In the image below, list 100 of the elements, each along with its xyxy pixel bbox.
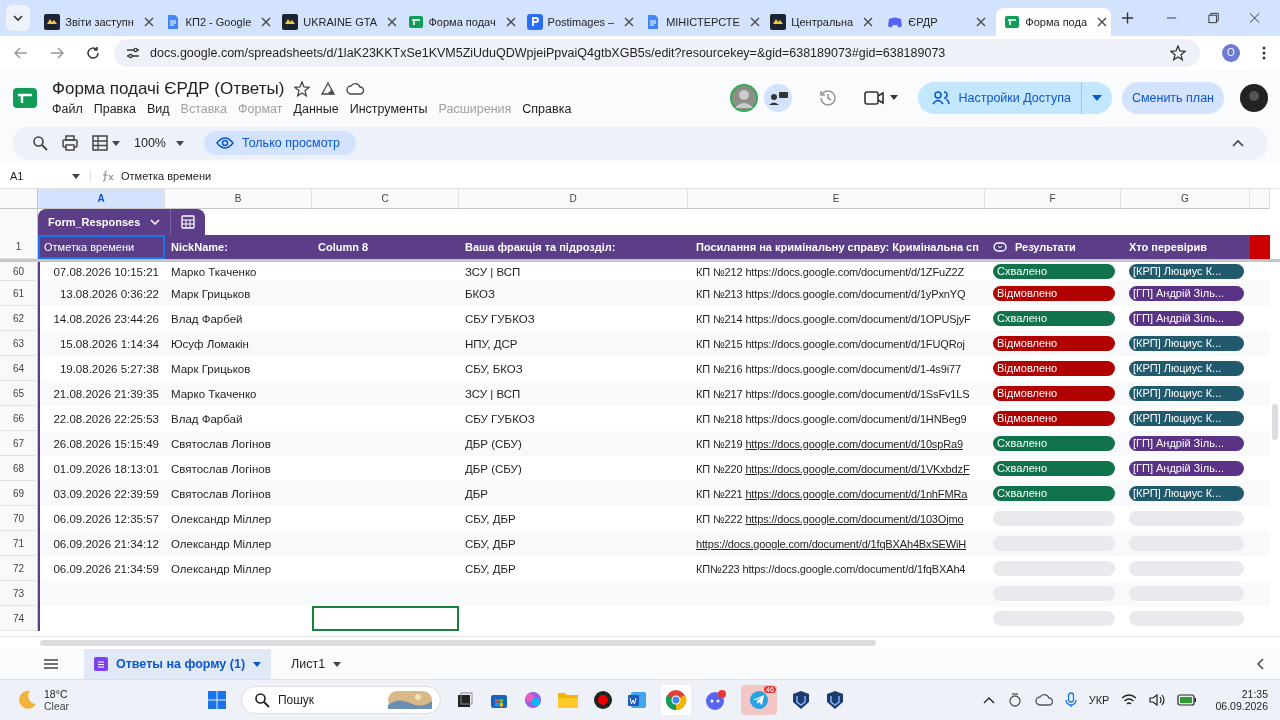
print-icon[interactable] <box>62 135 78 152</box>
row-number[interactable]: 73 <box>0 581 38 607</box>
table-menu-button[interactable] <box>92 135 120 152</box>
result-chip[interactable]: Відмовлено <box>993 286 1115 302</box>
app-icon[interactable] <box>790 690 811 711</box>
result-chip[interactable]: Схвалено <box>993 486 1115 502</box>
browser-tab[interactable]: Звіти заступн <box>36 8 155 36</box>
reviewer-chip[interactable]: [КРП] Люциус К... <box>1129 386 1244 402</box>
result-chip[interactable]: Схвалено <box>993 311 1115 327</box>
row-number[interactable]: 68 <box>0 456 38 482</box>
row-number[interactable]: 62 <box>0 306 38 332</box>
column-header[interactable]: B <box>165 189 312 210</box>
collapse-icon[interactable] <box>1232 139 1244 148</box>
star-icon[interactable] <box>294 81 311 98</box>
clock-date[interactable]: 06.09.2026 <box>1215 700 1268 713</box>
view-only-chip[interactable]: Только просмотр <box>204 131 357 156</box>
browser-tab[interactable]: Форма пода <box>996 8 1112 36</box>
user-avatar[interactable] <box>730 83 759 112</box>
browser-tab[interactable]: Центральна <box>762 8 878 36</box>
table-name-tab[interactable]: Form_Responses <box>38 209 171 236</box>
browser-tab[interactable]: Postimages – <box>518 8 636 36</box>
zoom-select[interactable]: 100% <box>134 136 184 151</box>
battery-icon[interactable] <box>1177 694 1198 707</box>
column-header[interactable]: F <box>985 189 1121 210</box>
move-icon[interactable] <box>320 81 337 98</box>
reviewer-chip[interactable]: [КРП] Люциус К... <box>1129 411 1244 427</box>
row-number[interactable]: 67 <box>0 431 38 457</box>
column-header[interactable]: E <box>688 189 985 210</box>
browser-tab[interactable]: МІНІСТЕРСТЕ <box>637 8 761 36</box>
close-icon[interactable] <box>624 17 635 27</box>
name-box[interactable]: A1 <box>0 170 91 183</box>
upgrade-plan-button[interactable]: Сменить план <box>1121 81 1224 114</box>
clock-time[interactable]: 21:35 <box>1241 688 1268 701</box>
close-icon[interactable] <box>749 17 760 27</box>
corner-cell[interactable] <box>0 189 38 210</box>
reviewer-chip[interactable]: [КРП] Люциус К... <box>1129 486 1244 502</box>
new-tab-icon[interactable] <box>1121 11 1135 25</box>
formula-field[interactable]: Отметка времени <box>121 170 212 183</box>
column-header[interactable]: D <box>459 189 688 210</box>
table-options-button[interactable] <box>170 209 206 236</box>
app-icon[interactable] <box>824 690 845 711</box>
microphone-icon[interactable] <box>1064 692 1077 709</box>
result-chip[interactable]: Відмовлено <box>993 336 1115 352</box>
close-icon[interactable] <box>976 17 987 27</box>
more-icon[interactable] <box>1262 45 1266 60</box>
video-call-button[interactable] <box>864 90 899 105</box>
document-link[interactable]: https://docs.google.com/document/d/1fqBXAh4BxSEWiH <box>696 537 967 550</box>
cloud-icon[interactable] <box>346 82 365 97</box>
result-chip[interactable]: Відмовлено <box>993 361 1115 377</box>
row-number[interactable]: 1 <box>0 235 38 260</box>
comments-icon[interactable] <box>764 83 793 112</box>
document-link[interactable]: https://docs.google.com/document/d/103Ojmo <box>745 512 964 525</box>
reviewer-chip[interactable]: [ГП] Андрій Зіль... <box>1129 286 1244 302</box>
volume-icon[interactable] <box>1149 693 1166 708</box>
close-icon[interactable] <box>1097 17 1107 27</box>
browser-tab[interactable]: ЄРДР <box>879 8 995 36</box>
row-number[interactable]: 60 <box>0 262 38 282</box>
bookmark-star-icon[interactable] <box>1170 44 1186 61</box>
close-icon[interactable] <box>261 17 272 27</box>
caret-icon[interactable] <box>1091 94 1102 101</box>
row-number[interactable]: 65 <box>0 381 38 407</box>
result-chip[interactable]: Схвалено <box>993 461 1115 477</box>
reviewer-chip[interactable]: [КРП] Люциус К... <box>1129 361 1244 377</box>
sheet-tab[interactable]: Лист1 <box>281 649 352 680</box>
menu-item[interactable]: Инструменты <box>349 102 428 117</box>
document-link[interactable]: https://docs.google.com/document/d/1VKxbdzF <box>745 462 970 475</box>
menu-item[interactable]: Правка <box>93 102 136 117</box>
reviewer-chip[interactable]: [ГП] Андрій Зіль... <box>1129 436 1244 452</box>
sheets-logo-icon[interactable] <box>12 86 38 109</box>
result-chip[interactable]: Відмовлено <box>993 386 1115 402</box>
result-chip[interactable]: Схвалено <box>993 436 1115 452</box>
column-header[interactable]: G <box>1121 189 1250 210</box>
close-icon[interactable] <box>505 17 516 27</box>
document-link[interactable]: https://docs.google.com/document/d/10spRa9 <box>745 437 963 450</box>
document-link[interactable]: https://docs.google.com/document/d/1nhFMRa <box>745 487 968 500</box>
chat-app-icon[interactable] <box>704 689 727 712</box>
site-settings-icon[interactable] <box>126 45 140 60</box>
row-number[interactable]: 66 <box>0 406 38 432</box>
restore-icon[interactable] <box>1207 12 1219 24</box>
result-chip[interactable]: Схвалено <box>993 264 1115 280</box>
column-header[interactable]: A <box>38 189 165 210</box>
browser-tab[interactable]: Форма подач <box>399 8 517 36</box>
collapse-side-icon[interactable] <box>1256 658 1264 671</box>
close-icon[interactable] <box>863 17 874 27</box>
document-title[interactable]: Форма подачі ЄРДР (Ответы) <box>52 79 285 100</box>
search-icon[interactable] <box>32 135 48 152</box>
chrome-icon[interactable] <box>660 685 691 716</box>
row-number[interactable]: 69 <box>0 481 38 507</box>
row-number[interactable]: 74 <box>0 606 38 632</box>
word-icon[interactable] <box>626 690 647 711</box>
reviewer-chip[interactable]: [ГП] Андрій Зіль... <box>1129 311 1244 327</box>
copilot-icon[interactable] <box>522 690 543 711</box>
menu-item[interactable]: Данные <box>293 102 339 117</box>
close-icon[interactable] <box>387 17 398 27</box>
address-bar[interactable]: docs.google.com/spreadsheets/d/1laK23KKTxSe1KVM5ZiUduQDWpjeiPpvaiQ4gtbXGB5s/edit?resourcekey=&gid=638189073#gid=638189073 <box>114 38 1200 67</box>
cloud-icon[interactable] <box>1034 693 1053 708</box>
row-number[interactable]: 64 <box>0 356 38 382</box>
record-icon[interactable] <box>592 690 613 711</box>
selected-cell[interactable] <box>312 606 459 632</box>
language-indicator[interactable]: УКР <box>1088 694 1110 707</box>
